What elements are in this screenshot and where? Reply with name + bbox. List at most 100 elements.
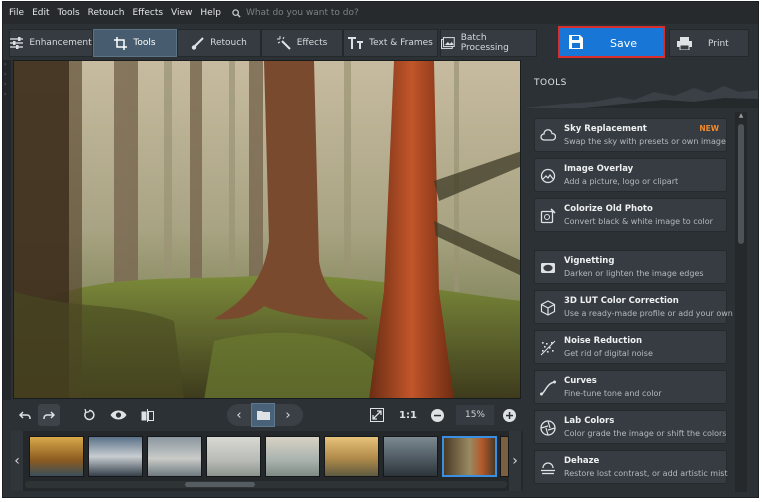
menu-retouch[interactable]: Retouch <box>88 8 125 18</box>
panel-scrollbar[interactable]: ▲ <box>735 112 747 492</box>
tab-enhancement[interactable]: Enhancement <box>9 29 93 57</box>
thumbnail-partial[interactable] <box>500 436 509 477</box>
menu-tools[interactable]: Tools <box>58 8 80 18</box>
thumbnail-dark-sea[interactable] <box>383 436 438 477</box>
cube-icon <box>540 300 556 316</box>
overlay-icon <box>540 168 556 184</box>
tool-description: Darken or lighten the image edges <box>564 269 704 278</box>
expand-arrow-icon: › <box>4 71 7 78</box>
fit-screen-icon <box>370 408 384 422</box>
tool-vignetting[interactable]: Vignetting Darken or lighten the image e… <box>534 250 727 284</box>
chevron-left-icon: ‹ <box>236 407 242 423</box>
tool-title: Curves <box>564 376 597 386</box>
compare-button[interactable] <box>136 404 158 426</box>
tab-effects[interactable]: Effects <box>261 29 343 57</box>
actual-size-button[interactable]: 1:1 <box>396 404 420 426</box>
compare-icon <box>141 408 154 422</box>
thumbnail-ships[interactable] <box>88 436 143 477</box>
save-button[interactable]: Save <box>558 26 665 58</box>
fit-to-screen-button[interactable] <box>366 404 388 426</box>
filmstrip-scrollbar[interactable] <box>25 481 507 488</box>
preview-toggle-button[interactable] <box>107 404 129 426</box>
scroll-up-arrow-icon[interactable]: ▲ <box>735 112 747 122</box>
thumbnail-misty-coast[interactable] <box>265 436 320 477</box>
batch-processing-button[interactable]: Batch Processing <box>440 29 537 57</box>
tool-description: Convert black & white image to color <box>564 217 713 226</box>
thumbnail-golden-sea[interactable] <box>324 436 379 477</box>
tool-curves[interactable]: Curves Fine-tune tone and color <box>534 370 727 404</box>
photo-canvas[interactable] <box>13 60 521 399</box>
menu-edit[interactable]: Edit <box>32 8 49 18</box>
tool-description: Restore lost contrast, or add artistic m… <box>564 469 728 478</box>
tool-title: Lab Colors <box>564 416 615 426</box>
zoom-out-button[interactable] <box>428 404 446 426</box>
tools-panel: TOOLS Sky Replacement NEW Swap the sky w… <box>524 60 758 497</box>
thumbnail-pale-sea[interactable] <box>206 436 261 477</box>
cloud-icon <box>540 129 556 141</box>
undo-button[interactable] <box>15 404 35 426</box>
tool-title: Noise Reduction <box>564 336 643 346</box>
next-image-button[interactable]: › <box>277 404 299 426</box>
menu-view[interactable]: View <box>171 8 192 18</box>
thumbnail-grey-sea[interactable] <box>147 436 202 477</box>
menu-help[interactable]: Help <box>200 8 221 18</box>
brush-icon <box>191 36 204 50</box>
minus-circle-icon <box>430 408 444 422</box>
reset-button[interactable] <box>79 404 99 426</box>
tool-description: Use a ready-made profile or add your own <box>564 309 733 318</box>
menu-effects[interactable]: Effects <box>132 8 163 18</box>
tool-3d-lut[interactable]: 3D LUT Color Correction Use a ready-made… <box>534 290 733 324</box>
tool-image-overlay[interactable]: Image Overlay Add a picture, logo or cli… <box>534 158 727 192</box>
open-folder-button[interactable] <box>251 403 275 427</box>
chevron-left-icon: ‹ <box>14 453 20 469</box>
tab-label: Enhancement <box>29 38 92 48</box>
tool-title: Colorize Old Photo <box>564 204 653 214</box>
tab-text-frames[interactable]: Text & Frames <box>343 29 438 57</box>
curves-icon <box>540 380 556 396</box>
thumbnail-sunset-sea[interactable] <box>29 436 84 477</box>
thumbnail-forest-selected[interactable] <box>442 436 497 477</box>
tool-title: Dehaze <box>564 456 600 466</box>
zoom-level-field[interactable]: 15% <box>456 405 494 425</box>
sliders-icon <box>10 37 24 49</box>
folder-icon <box>257 411 270 420</box>
tool-sky-replacement[interactable]: Sky Replacement NEW Swap the sky with pr… <box>534 118 727 152</box>
expand-arrow-icon: › <box>4 91 7 98</box>
print-button[interactable]: Print <box>669 29 749 57</box>
tool-lab-colors[interactable]: Lab Colors Color grade the image or shif… <box>534 410 727 444</box>
tool-description: Color grade the image or shift the color… <box>564 429 727 438</box>
tool-dehaze[interactable]: Dehaze Restore lost contrast, or add art… <box>534 450 728 484</box>
scrollbar-thumb[interactable] <box>738 124 744 244</box>
crop-icon <box>114 36 128 50</box>
expand-arrow-icon: › <box>4 61 7 68</box>
previous-image-button[interactable]: ‹ <box>228 404 250 426</box>
tool-colorize-old-photo[interactable]: Colorize Old Photo Convert black & white… <box>534 198 727 232</box>
search-icon <box>232 8 241 18</box>
tool-description: Fine-tune tone and color <box>564 389 662 398</box>
panel-header: TOOLS <box>524 60 758 108</box>
tool-noise-reduction[interactable]: Noise Reduction Get rid of digital noise <box>534 330 727 364</box>
tool-description: Add a picture, logo or clipart <box>564 177 679 186</box>
magic-wand-icon <box>276 36 291 50</box>
collapsed-left-panel-handle[interactable]: › › › › <box>3 60 11 400</box>
tool-title: Sky Replacement <box>564 124 647 134</box>
dehaze-icon <box>541 462 555 475</box>
tab-label: Text & Frames <box>369 38 433 48</box>
plus-circle-icon <box>502 408 516 422</box>
zoom-in-button[interactable] <box>500 404 518 426</box>
search-placeholder: What do you want to do? <box>245 8 359 18</box>
tab-tools[interactable]: Tools <box>93 29 177 57</box>
search-box[interactable]: What do you want to do? <box>232 8 359 18</box>
tool-description: Get rid of digital noise <box>564 349 653 358</box>
filmstrip-next-button[interactable]: › <box>509 431 521 491</box>
rotate-reset-icon <box>84 409 95 421</box>
menu-file[interactable]: File <box>9 8 24 18</box>
save-label: Save <box>610 37 638 50</box>
filmstrip-prev-button[interactable]: ‹ <box>11 431 23 491</box>
tool-description: Swap the sky with presets or own image <box>564 137 726 146</box>
scrollbar-thumb[interactable] <box>185 482 255 487</box>
tab-label: Effects <box>296 38 328 48</box>
redo-button[interactable] <box>38 404 60 426</box>
tab-retouch[interactable]: Retouch <box>177 29 261 57</box>
print-label: Print <box>708 39 729 49</box>
